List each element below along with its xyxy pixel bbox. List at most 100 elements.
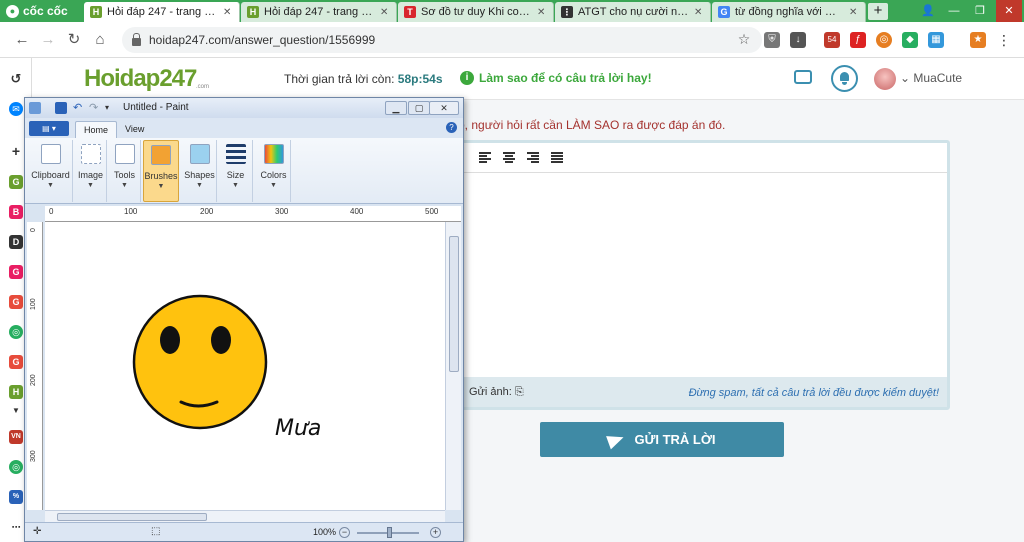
paint-canvas[interactable]: Mưa <box>45 222 445 510</box>
site-shortcut-icon[interactable]: G <box>9 175 23 189</box>
scroll-thumb[interactable] <box>57 513 207 521</box>
redo-icon[interactable]: ↷ <box>89 102 101 114</box>
close-icon[interactable]: ✕ <box>694 7 704 18</box>
chevron-down-icon[interactable]: ▼ <box>9 404 23 418</box>
extension-icon[interactable]: ◆ <box>902 32 918 48</box>
adblock-badge[interactable]: 54 <box>824 32 840 48</box>
tab-label: từ đồng nghĩa với mục đ <box>735 6 844 18</box>
browser-logo[interactable]: ● cốc cốc <box>0 0 80 22</box>
zoom-out-icon[interactable]: − <box>339 527 350 538</box>
browser-tab-5[interactable]: G từ đồng nghĩa với mục đ ✕ <box>712 2 866 22</box>
site-shortcut-icon[interactable]: % <box>9 490 23 504</box>
add-icon[interactable]: + <box>9 144 23 158</box>
menu-icon[interactable]: ⋮ <box>996 32 1012 48</box>
tools-group[interactable]: Tools ▼ <box>109 140 141 202</box>
user-menu[interactable]: ⌄ MuaCute <box>900 71 962 85</box>
maximize-icon[interactable]: ▢ <box>408 101 430 115</box>
tip-label: Làm sao để có câu trả lời hay! <box>479 71 652 85</box>
shapes-group[interactable]: Shapes ▼ <box>183 140 217 202</box>
minimize-icon[interactable]: — <box>942 0 966 22</box>
tab-label: ATGT cho nụ cười ngày <box>578 6 689 18</box>
ruler-label: 0 <box>49 207 54 216</box>
clipboard-group[interactable]: Clipboard ▼ <box>29 140 73 202</box>
paint-app-icon[interactable] <box>29 102 41 114</box>
coccoc-icon: ● <box>6 4 19 18</box>
paint-file-button[interactable]: ▤ ▾ <box>29 121 69 136</box>
align-justify-icon[interactable] <box>551 152 563 163</box>
star-icon[interactable]: ☆ <box>736 32 752 48</box>
browser-tab-3[interactable]: T Sơ đồ tư duy Khi con tu ✕ <box>398 2 554 22</box>
close-icon[interactable]: ✕ <box>849 7 859 18</box>
align-center-icon[interactable] <box>503 152 515 163</box>
paint-titlebar[interactable]: ↶ ↷ ▾ Untitled - Paint ▁ ▢ ✕ <box>25 98 463 118</box>
site-shortcut-icon[interactable]: VN <box>9 430 23 444</box>
submit-answer-button[interactable]: GỬI TRẢ LỜI <box>540 422 784 457</box>
help-icon[interactable]: ? <box>446 122 457 133</box>
bell-icon[interactable] <box>831 65 858 92</box>
brushes-group[interactable]: Brushes ▼ <box>143 140 179 202</box>
url-text: hoidap247.com/answer_question/1556999 <box>149 33 376 47</box>
site-shortcut-icon[interactable]: D <box>9 235 23 249</box>
align-right-icon[interactable] <box>527 152 539 163</box>
paint-window[interactable]: ↶ ↷ ▾ Untitled - Paint ▁ ▢ ✕ ▤ ▾ Home Vi… <box>24 97 464 542</box>
site-shortcut-icon[interactable]: G <box>9 355 23 369</box>
align-left-icon[interactable] <box>479 152 491 163</box>
browser-tab-1[interactable]: H Hỏi đáp 247 - trang tra l ✕ <box>84 2 240 22</box>
size-group[interactable]: Size ▼ <box>219 140 253 202</box>
flash-icon[interactable]: ƒ <box>850 32 866 48</box>
new-tab-button[interactable]: + <box>868 3 888 20</box>
tab-view[interactable]: View <box>117 121 152 138</box>
profile-icon[interactable]: 👤 <box>916 0 940 22</box>
messenger-icon[interactable]: ✉ <box>9 102 23 116</box>
browser-tab-2[interactable]: H Hỏi đáp 247 - trang tra l ✕ <box>241 2 397 22</box>
quick-access-icon[interactable]: ▾ <box>105 102 117 114</box>
history-icon[interactable]: ↺ <box>9 72 23 86</box>
reload-icon[interactable]: ↻ <box>64 30 84 50</box>
info-icon: i <box>460 71 474 85</box>
hoidap-icon[interactable]: H <box>9 385 23 399</box>
site-header: Hoidap247 .com Thời gian trả lời còn: 58… <box>32 58 1024 100</box>
avatar[interactable] <box>874 68 896 90</box>
vertical-scrollbar[interactable] <box>445 222 461 510</box>
site-shortcut-icon[interactable]: G <box>9 295 23 309</box>
site-shortcut-icon[interactable]: ◎ <box>9 325 23 339</box>
url-field[interactable]: hoidap247.com/answer_question/1556999 <box>122 27 762 53</box>
undo-icon[interactable]: ↶ <box>73 102 85 114</box>
answer-editor[interactable]: Gửi ảnh: ⎘ Đừng spam, tất cả câu trả lời… <box>460 140 950 410</box>
answer-tip-link[interactable]: i Làm sao để có câu trả lời hay! <box>460 71 652 85</box>
chevron-down-icon: ⌄ <box>900 71 911 85</box>
shield-icon[interactable]: ⛨ <box>764 32 780 48</box>
tab-home[interactable]: Home <box>75 121 118 138</box>
save-icon[interactable] <box>55 102 67 114</box>
forward-icon[interactable]: → <box>38 30 58 50</box>
browser-tab-4[interactable]: ⋮ ATGT cho nụ cười ngày ✕ <box>555 2 711 22</box>
chat-icon[interactable] <box>794 70 812 84</box>
site-shortcut-icon[interactable]: B <box>9 205 23 219</box>
attach-image-button[interactable]: Gửi ảnh: ⎘ <box>469 386 524 399</box>
maximize-icon[interactable]: ❐ <box>968 0 992 22</box>
minimize-icon[interactable]: ▁ <box>385 101 407 115</box>
close-icon[interactable]: ✕ <box>380 7 390 18</box>
back-icon[interactable]: ← <box>12 30 32 50</box>
colors-group[interactable]: Colors ▼ <box>257 140 291 202</box>
more-icon[interactable]: ⋯ <box>9 520 23 534</box>
site-shortcut-icon[interactable]: ◎ <box>9 460 23 474</box>
scroll-thumb[interactable] <box>449 236 459 372</box>
close-icon[interactable]: ✕ <box>223 7 233 18</box>
extension-icon[interactable]: ★ <box>970 32 986 48</box>
image-group[interactable]: Image ▼ <box>75 140 107 202</box>
window-close-icon[interactable]: ✕ <box>429 101 459 115</box>
extension-icon[interactable]: ◎ <box>876 32 892 48</box>
close-icon[interactable]: ✕ <box>537 7 547 18</box>
extension-icon[interactable]: ▦ <box>928 32 944 48</box>
window-close-icon[interactable]: ✕ <box>996 0 1022 22</box>
group-label: Brushes <box>144 171 178 181</box>
zoom-in-icon[interactable]: + <box>430 527 441 538</box>
home-icon[interactable]: ⌂ <box>90 30 110 50</box>
zoom-slider-handle[interactable] <box>387 527 392 538</box>
download-icon[interactable]: ↓ <box>790 32 806 48</box>
site-logo[interactable]: Hoidap247 <box>84 65 197 93</box>
hoidap-icon: H <box>247 6 259 18</box>
horizontal-scrollbar[interactable] <box>45 510 445 522</box>
site-shortcut-icon[interactable]: G <box>9 265 23 279</box>
